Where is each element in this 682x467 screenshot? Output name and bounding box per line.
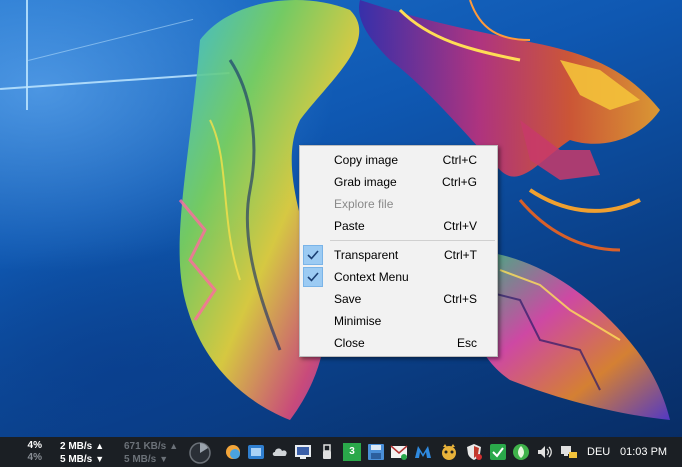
speaker-icon[interactable] [536, 443, 554, 461]
network-meter-secondary[interactable]: 671 KB/s ▲ 5 MB/s ▼ [124, 440, 178, 466]
menu-item-shortcut: Ctrl+S [443, 292, 477, 306]
leaf-icon[interactable] [512, 443, 530, 461]
down-arrow-icon: ▼ [95, 454, 105, 464]
menu-item-context-menu[interactable]: Context Menu [300, 266, 497, 288]
download-rate: 5 MB/s [60, 454, 93, 465]
menu-item-label: Grab image [334, 175, 397, 189]
context-menu: Copy image Ctrl+C Grab image Ctrl+G Expl… [299, 145, 498, 357]
usb-icon[interactable] [318, 443, 336, 461]
network-meter[interactable]: 2 MB/s ▲ 5 MB/s ▼ [60, 440, 104, 466]
upload-rate: 2 MB/s [60, 441, 93, 452]
menu-item-shortcut: Ctrl+T [444, 248, 477, 262]
menu-item-label: Copy image [334, 153, 399, 167]
menu-item-minimise[interactable]: Minimise [300, 310, 497, 332]
network-icon[interactable] [560, 443, 578, 461]
menu-item-shortcut: Ctrl+V [443, 219, 477, 233]
up-arrow-icon: ▲ [169, 441, 179, 451]
menu-item-paste[interactable]: Paste Ctrl+V [300, 215, 497, 237]
menu-item-copy-image[interactable]: Copy image Ctrl+C [300, 149, 497, 171]
malwarebytes-icon[interactable] [414, 443, 432, 461]
checkbox-icon[interactable] [489, 443, 507, 461]
menu-item-close[interactable]: Close Esc [300, 332, 497, 354]
language-indicator[interactable]: DEU [587, 446, 610, 458]
menu-item-shortcut: Ctrl+C [442, 153, 477, 167]
down-arrow-icon: ▼ [159, 454, 169, 464]
menu-item-label: Transparent [334, 248, 399, 262]
system-clock[interactable]: 01:03 PM [620, 446, 667, 458]
save-icon[interactable] [367, 443, 385, 461]
cloud-icon[interactable] [271, 443, 289, 461]
pet-icon[interactable] [440, 443, 458, 461]
menu-item-shortcut: Ctrl+G [441, 175, 477, 189]
taskbar: 4% 4% 2 MB/s ▲ 5 MB/s ▼ 671 KB/s ▲ 5 MB/s ▼ … [0, 437, 682, 467]
menu-item-label: Explore file [334, 197, 394, 211]
cpu-usage-top: 4% [27, 440, 42, 451]
cpu-meter[interactable]: 4% 4% [20, 440, 42, 464]
upload-rate-secondary: 671 KB/s [124, 441, 167, 452]
up-arrow-icon: ▲ [95, 441, 105, 451]
download-rate-secondary: 5 MB/s [124, 454, 157, 465]
menu-item-shortcut: Esc [456, 336, 477, 350]
menu-item-label: Minimise [334, 314, 382, 328]
monitor-icon[interactable] [294, 443, 312, 461]
checkmark-icon [303, 267, 323, 287]
menu-separator [330, 240, 495, 241]
checkmark-icon [303, 245, 323, 265]
menu-item-save[interactable]: Save Ctrl+S [300, 288, 497, 310]
app-icon[interactable] [247, 443, 265, 461]
menu-item-label: Context Menu [334, 270, 409, 284]
badge-3-icon[interactable]: 3 [343, 443, 361, 461]
weather-icon[interactable] [224, 443, 242, 461]
shield-icon[interactable] [465, 443, 483, 461]
menu-item-label: Paste [334, 219, 365, 233]
mail-icon[interactable] [390, 443, 408, 461]
menu-item-label: Save [334, 292, 362, 306]
cpu-usage-bottom: 4% [27, 452, 42, 463]
menu-item-label: Close [334, 336, 365, 350]
pie-gauge-icon[interactable] [188, 441, 212, 465]
menu-item-transparent[interactable]: Transparent Ctrl+T [300, 244, 497, 266]
menu-item-explore-file: Explore file [300, 193, 497, 215]
menu-item-grab-image[interactable]: Grab image Ctrl+G [300, 171, 497, 193]
